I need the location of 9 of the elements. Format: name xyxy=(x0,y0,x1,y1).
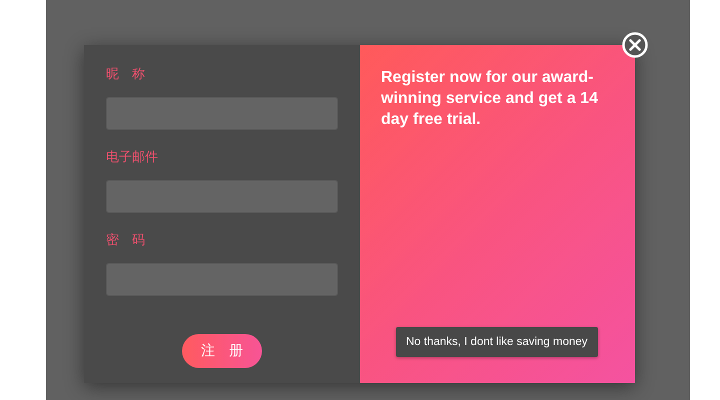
promo-headline: Register now for our award-winning service and get a 14 day free trial. xyxy=(381,68,599,130)
dismiss-button[interactable]: No thanks, I dont like saving money xyxy=(396,327,598,357)
input-field[interactable] xyxy=(106,97,338,130)
input-field[interactable] xyxy=(106,180,338,213)
field-label: 昵 称 xyxy=(106,67,145,83)
input-field[interactable] xyxy=(106,263,338,296)
field-label: 电子邮件 xyxy=(106,150,158,166)
field-label: 密 码 xyxy=(106,233,145,249)
close-icon[interactable] xyxy=(622,32,648,58)
